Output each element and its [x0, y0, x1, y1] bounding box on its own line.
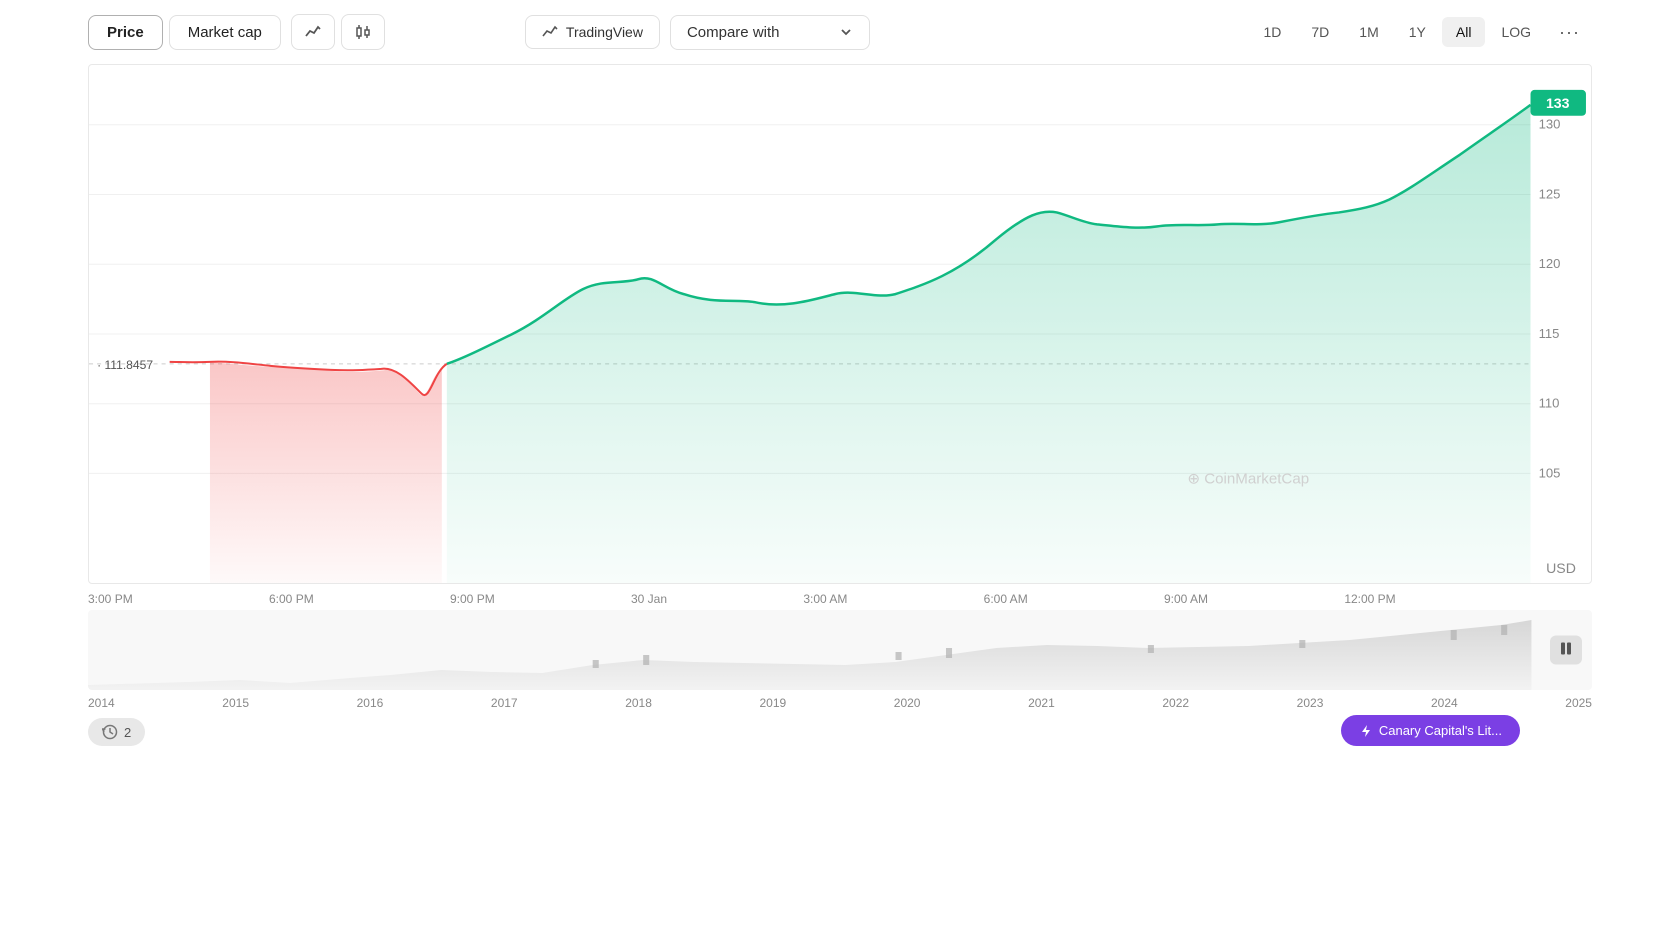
year-2015: 2015	[222, 696, 249, 710]
mini-chart	[88, 610, 1592, 690]
time-1d-button[interactable]: 1D	[1249, 17, 1295, 47]
history-count: 2	[124, 725, 131, 740]
x-label-5: 3:00 AM	[803, 592, 847, 606]
year-2022: 2022	[1162, 696, 1189, 710]
pause-button[interactable]	[1550, 636, 1582, 665]
history-button[interactable]: 2	[88, 718, 145, 746]
tradingview-icon	[542, 24, 558, 40]
canary-capital-button[interactable]: Canary Capital's Lit...	[1341, 715, 1520, 746]
line-chart-icon	[304, 23, 322, 41]
year-2025: 2025	[1565, 696, 1592, 710]
svg-text:133: 133	[1546, 95, 1570, 111]
main-chart-area: 130 125 120 115 110 105 USD · 111.8457 ⊕…	[88, 64, 1592, 584]
tradingview-button[interactable]: TradingView	[525, 15, 660, 49]
year-2017: 2017	[491, 696, 518, 710]
year-2021: 2021	[1028, 696, 1055, 710]
year-2023: 2023	[1297, 696, 1324, 710]
svg-text:105: 105	[1539, 465, 1561, 480]
price-chart: 130 125 120 115 110 105 USD · 111.8457 ⊕…	[89, 65, 1591, 583]
time-1y-button[interactable]: 1Y	[1395, 17, 1440, 47]
log-button[interactable]: LOG	[1487, 17, 1545, 47]
year-2019: 2019	[759, 696, 786, 710]
time-all-button[interactable]: All	[1442, 17, 1486, 47]
x-label-2: 6:00 PM	[269, 592, 314, 606]
x-label-6: 6:00 AM	[984, 592, 1028, 606]
x-axis: 3:00 PM 6:00 PM 9:00 PM 30 Jan 3:00 AM 6…	[0, 584, 1680, 606]
history-icon	[102, 724, 118, 740]
pause-icon	[1560, 642, 1572, 656]
year-2018: 2018	[625, 696, 652, 710]
svg-text:125: 125	[1539, 187, 1561, 202]
year-axis: 2014 2015 2016 2017 2018 2019 2020 2021 …	[0, 690, 1680, 710]
candle-chart-button[interactable]	[341, 14, 385, 50]
view-toggle-group: Price Market cap	[88, 15, 281, 50]
svg-text:USD: USD	[1546, 560, 1576, 576]
year-2024: 2024	[1431, 696, 1458, 710]
x-label-8: 12:00 PM	[1344, 592, 1395, 606]
time-7d-button[interactable]: 7D	[1297, 17, 1343, 47]
candle-icon	[354, 23, 372, 41]
canary-label: Canary Capital's Lit...	[1379, 723, 1502, 738]
year-2016: 2016	[357, 696, 384, 710]
x-label-4: 30 Jan	[631, 592, 667, 606]
time-1m-button[interactable]: 1M	[1345, 17, 1392, 47]
chart-type-group	[291, 14, 385, 50]
time-range-group: 1D 7D 1M 1Y All LOG ···	[1249, 15, 1592, 50]
year-2020: 2020	[894, 696, 921, 710]
svg-text:⊕ CoinMarketCap: ⊕ CoinMarketCap	[1187, 470, 1309, 487]
mini-chart-area	[88, 610, 1592, 690]
chevron-down-icon	[839, 25, 853, 39]
x-label-7: 9:00 AM	[1164, 592, 1208, 606]
svg-text:· 111.8457: · 111.8457	[97, 358, 153, 372]
x-label-3: 9:00 PM	[450, 592, 495, 606]
svg-text:120: 120	[1539, 256, 1561, 271]
price-button[interactable]: Price	[88, 15, 163, 50]
compare-button[interactable]: Compare with	[670, 15, 870, 50]
line-chart-button[interactable]	[291, 14, 335, 50]
tradingview-label: TradingView	[566, 24, 643, 40]
toolbar: Price Market cap TradingView Compare wit	[0, 0, 1680, 64]
x-label-1: 3:00 PM	[88, 592, 133, 606]
lightning-icon	[1359, 724, 1373, 738]
compare-label: Compare with	[687, 24, 780, 41]
more-options-button[interactable]: ···	[1547, 15, 1592, 50]
svg-text:110: 110	[1539, 396, 1560, 411]
market-cap-button[interactable]: Market cap	[169, 15, 281, 50]
svg-text:115: 115	[1539, 326, 1560, 341]
svg-text:130: 130	[1539, 117, 1561, 132]
year-2014: 2014	[88, 696, 115, 710]
